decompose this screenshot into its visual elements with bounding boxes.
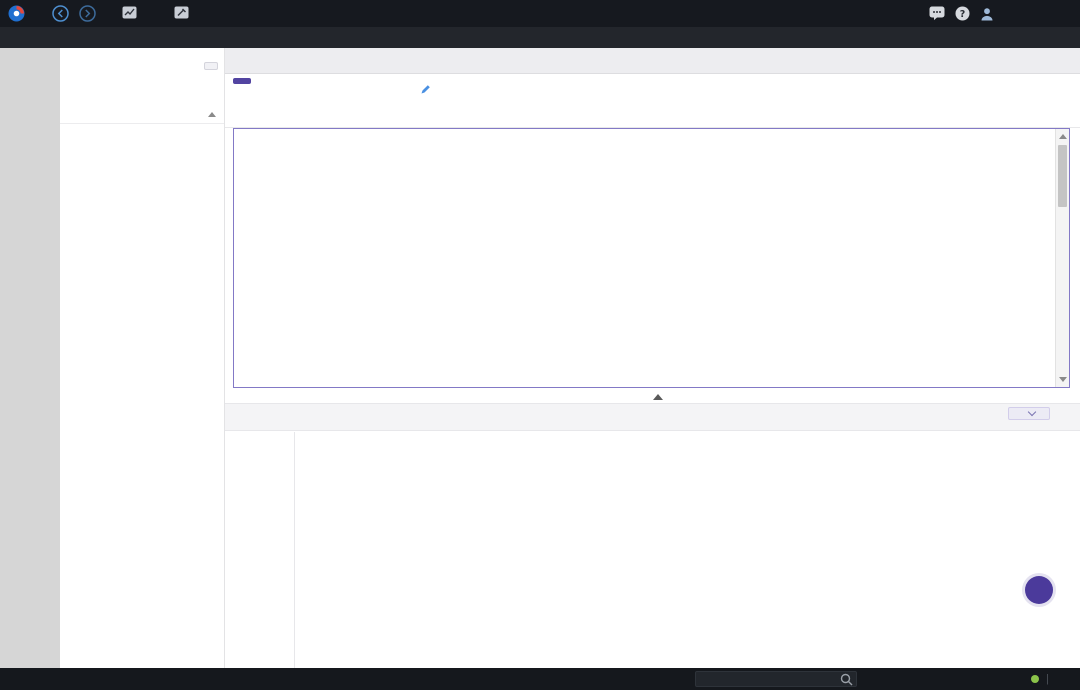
user-icon[interactable] (980, 7, 994, 21)
scroll-thumb[interactable] (1058, 145, 1067, 207)
symbol-search (695, 671, 857, 687)
strategy-detail-header (225, 74, 1080, 101)
titlebar: ? (0, 0, 1080, 27)
connection-status-icon (1031, 675, 1039, 683)
market-icon (122, 6, 137, 22)
collapse-editor-button[interactable] (653, 394, 663, 400)
detail-badge (233, 78, 251, 84)
main-area (225, 48, 1080, 668)
sort-asc-icon[interactable] (208, 112, 216, 117)
symbol-search-input[interactable] (695, 671, 857, 687)
tools-icon (174, 6, 189, 22)
help-icon[interactable]: ? (955, 6, 970, 21)
search-icon[interactable] (840, 673, 853, 689)
code-editor[interactable] (233, 128, 1070, 388)
forward-icon[interactable] (79, 5, 96, 22)
scroll-down-icon[interactable] (1059, 377, 1067, 382)
feedback-icon[interactable] (929, 6, 945, 21)
menu-market[interactable] (122, 6, 142, 22)
returns-chart (295, 458, 1078, 638)
svg-text:?: ? (960, 9, 966, 20)
app-window: ? (0, 0, 1080, 690)
scroll-up-icon[interactable] (1059, 134, 1067, 139)
metrics-row (303, 434, 1070, 456)
back-icon[interactable] (52, 5, 69, 22)
editor-scrollbar[interactable] (1055, 129, 1069, 387)
new-strategy-button[interactable] (204, 62, 218, 70)
app-logo-icon (8, 5, 25, 22)
code-area[interactable] (234, 131, 1056, 387)
backtest-bar (225, 403, 1080, 431)
editor-tab-bar (225, 48, 1080, 74)
icon-sidebar (0, 48, 60, 668)
rename-icon[interactable] (420, 82, 432, 100)
chevron-down-icon (1028, 408, 1036, 416)
subtab-row (225, 101, 1080, 128)
strategy-panel (60, 48, 225, 668)
clock-area: | (1031, 668, 1070, 690)
status-bar: | (0, 668, 1080, 690)
window-tab-bar (0, 27, 1080, 48)
download-report-button[interactable] (1008, 407, 1050, 420)
list-column-header (60, 106, 224, 124)
help-bubble-button[interactable] (1025, 576, 1053, 604)
menu-tools[interactable] (174, 6, 194, 22)
result-tab-column (225, 432, 295, 668)
divider: | (1046, 673, 1049, 685)
